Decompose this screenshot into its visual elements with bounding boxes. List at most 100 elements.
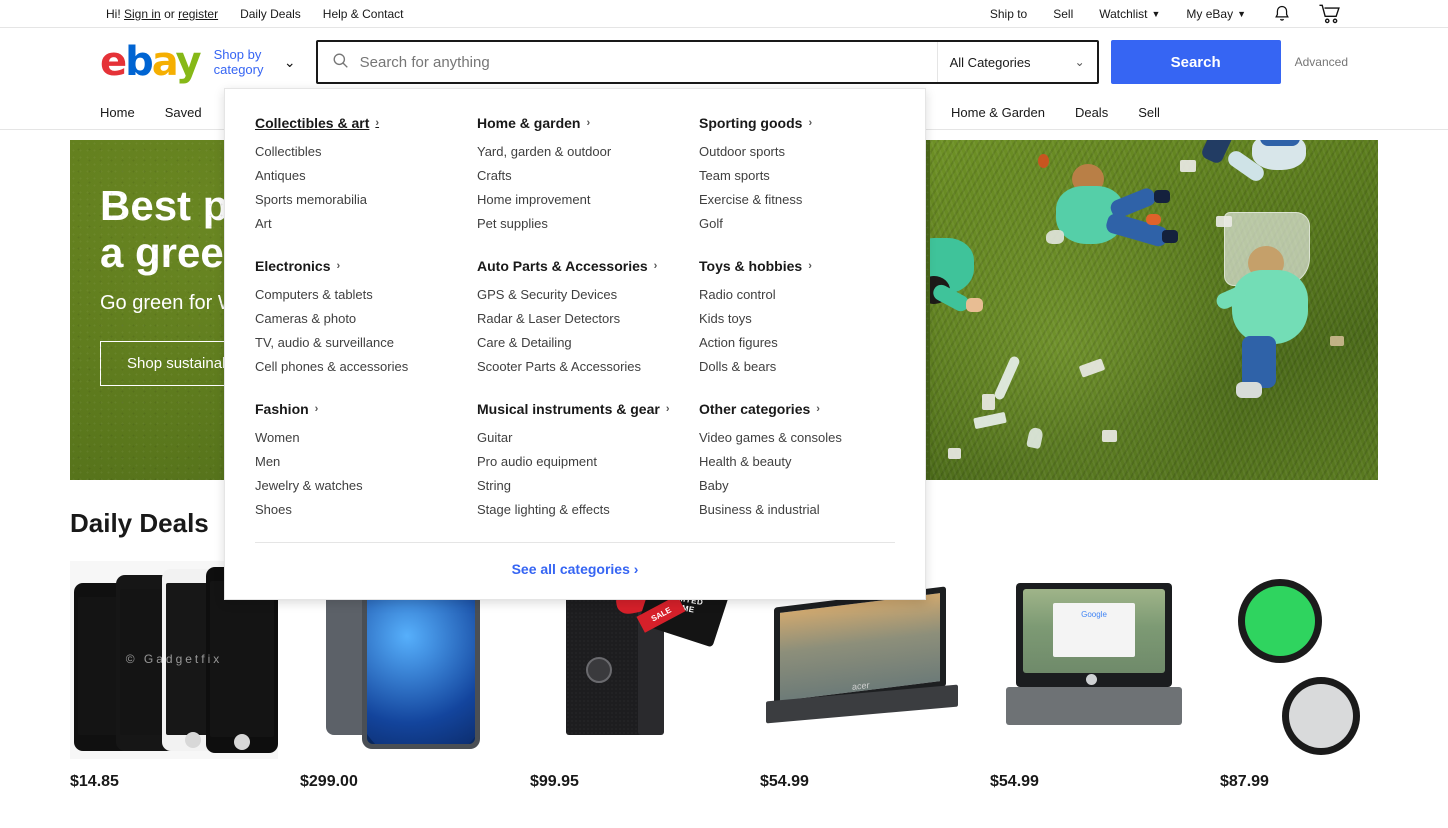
category-link[interactable]: Yard, garden & outdoor (477, 140, 699, 164)
see-all-categories-link[interactable]: See all categories › (512, 561, 639, 577)
category-link[interactable]: Pet supplies (477, 212, 699, 236)
category-link[interactable]: Pro audio equipment (477, 450, 699, 474)
see-all-categories-footer: See all categories › (255, 542, 895, 579)
utility-link-watchlist[interactable]: Watchlist ▼ (1099, 7, 1160, 21)
category-group-musical-instruments-gear: Musical instruments & gear › Guitar Pro … (477, 401, 699, 522)
chevron-right-icon: › (808, 117, 813, 129)
category-link[interactable]: Kids toys (699, 307, 895, 331)
utility-link-sell[interactable]: Sell (1053, 7, 1073, 21)
greeting: Hi! Sign in or register (106, 7, 218, 21)
category-title-label: Electronics (255, 258, 331, 274)
category-link[interactable]: Exercise & fitness (699, 188, 895, 212)
category-link[interactable]: Men (255, 450, 477, 474)
category-title-fashion[interactable]: Fashion › (255, 401, 318, 417)
utility-left-links: Hi! Sign in or register Daily Deals Help… (106, 7, 404, 21)
category-link[interactable]: Business & industrial (699, 498, 895, 522)
category-group-fashion: Fashion › Women Men Jewelry & watches Sh… (255, 401, 477, 522)
category-link[interactable]: Outdoor sports (699, 140, 895, 164)
category-link[interactable]: Stage lighting & effects (477, 498, 699, 522)
logo-letter-a: a (151, 39, 178, 85)
category-link[interactable]: Health & beauty (699, 450, 895, 474)
category-title-label: Auto Parts & Accessories (477, 258, 648, 274)
nav-item-home[interactable]: Home (100, 105, 135, 120)
category-link[interactable]: GPS & Security Devices (477, 283, 699, 307)
utility-link-ship-to[interactable]: Ship to (990, 7, 1027, 21)
nav-item-deals[interactable]: Deals (1075, 105, 1108, 120)
search-icon (332, 52, 349, 73)
cart-icon[interactable] (1318, 3, 1342, 25)
category-link[interactable]: Shoes (255, 498, 477, 522)
category-link[interactable]: Action figures (699, 331, 895, 355)
category-title-toys-hobbies[interactable]: Toys & hobbies › (699, 258, 812, 274)
category-link[interactable]: Computers & tablets (255, 283, 477, 307)
category-link[interactable]: Cell phones & accessories (255, 355, 477, 379)
nav-item-sell[interactable]: Sell (1138, 105, 1160, 120)
category-link[interactable]: Scooter Parts & Accessories (477, 355, 699, 379)
category-link[interactable]: String (477, 474, 699, 498)
advanced-search-link[interactable]: Advanced (1295, 55, 1348, 69)
chevron-down-icon: ⌄ (283, 53, 296, 70)
category-link[interactable]: Collectibles (255, 140, 477, 164)
category-link[interactable]: Baby (699, 474, 895, 498)
category-link[interactable]: Team sports (699, 164, 895, 188)
category-link[interactable]: Art (255, 212, 477, 236)
acer-brand-label: acer (852, 680, 870, 692)
ebay-logo[interactable]: ebay (100, 39, 202, 85)
utility-link-my-ebay[interactable]: My eBay ▼ (1186, 7, 1246, 21)
category-link[interactable]: Dolls & bears (699, 355, 895, 379)
category-link[interactable]: Sports memorabilia (255, 188, 477, 212)
category-select-value: All Categories (949, 54, 1031, 70)
search-input[interactable]: Search for anything (318, 42, 937, 82)
category-link[interactable]: Cameras & photo (255, 307, 477, 331)
hp-chromebook-laptop-image[interactable]: Google (990, 561, 1198, 759)
register-link[interactable]: register (178, 7, 218, 21)
utility-right-links: Ship to Sell Watchlist ▼ My eBay ▼ (990, 3, 1342, 25)
nav-item-home-garden[interactable]: Home & Garden (951, 105, 1045, 120)
category-title-label: Collectibles & art (255, 115, 370, 131)
chevron-down-icon: ⌄ (1074, 55, 1085, 69)
category-title-sporting-goods[interactable]: Sporting goods › (699, 115, 812, 131)
deal-price: $87.99 (1220, 773, 1269, 790)
chevron-right-icon: › (816, 403, 820, 415)
category-link[interactable]: Care & Detailing (477, 331, 699, 355)
category-link[interactable]: Video games & consoles (699, 426, 895, 450)
category-select[interactable]: All Categories ⌄ (936, 42, 1097, 82)
samsung-galaxy-watch-image[interactable] (1220, 561, 1428, 759)
category-group-collectibles-art: Collectibles & art › Collectibles Antiqu… (255, 115, 477, 236)
search-button[interactable]: Search (1110, 40, 1281, 84)
category-link[interactable]: Home improvement (477, 188, 699, 212)
or-text: or (164, 6, 175, 21)
deal-price: $54.99 (760, 773, 809, 790)
category-link[interactable]: Golf (699, 212, 895, 236)
nav-item-saved[interactable]: Saved (165, 105, 202, 120)
bell-icon[interactable] (1272, 4, 1292, 24)
category-link[interactable]: Women (255, 426, 477, 450)
chevron-right-icon: › (375, 117, 380, 129)
utility-link-help-contact[interactable]: Help & Contact (323, 7, 404, 21)
deal-card[interactable]: Google $54.99 (990, 561, 1198, 791)
category-title-musical-instruments-gear[interactable]: Musical instruments & gear › (477, 401, 670, 417)
deal-card[interactable]: $87.99 (1220, 561, 1428, 791)
utility-link-daily-deals[interactable]: Daily Deals (240, 7, 301, 21)
category-title-auto-parts-accessories[interactable]: Auto Parts & Accessories › (477, 258, 657, 274)
category-link[interactable]: Radar & Laser Detectors (477, 307, 699, 331)
hero-image-people-cleaning-litter (930, 140, 1378, 480)
category-title-home-garden[interactable]: Home & garden › (477, 115, 590, 131)
greeting-text: Hi! (106, 6, 121, 21)
category-title-collectibles-art[interactable]: Collectibles & art › (255, 115, 379, 131)
chevron-right-icon: › (808, 260, 812, 272)
shop-by-category-dropdown: Collectibles & art › Collectibles Antiqu… (224, 88, 926, 600)
google-screen-label: Google (1081, 610, 1107, 619)
category-link[interactable]: Crafts (477, 164, 699, 188)
category-grid: Collectibles & art › Collectibles Antiqu… (255, 115, 895, 522)
category-title-other-categories[interactable]: Other categories › (699, 401, 820, 417)
category-link[interactable]: Guitar (477, 426, 699, 450)
category-link[interactable]: Radio control (699, 283, 895, 307)
category-group-toys-hobbies: Toys & hobbies › Radio control Kids toys… (699, 258, 895, 379)
shop-by-category-button[interactable]: Shop by category ⌄ (214, 43, 298, 81)
category-link[interactable]: Antiques (255, 164, 477, 188)
category-title-electronics[interactable]: Electronics › (255, 258, 340, 274)
category-link[interactable]: TV, audio & surveillance (255, 331, 477, 355)
sign-in-link[interactable]: Sign in (124, 7, 161, 21)
category-link[interactable]: Jewelry & watches (255, 474, 477, 498)
